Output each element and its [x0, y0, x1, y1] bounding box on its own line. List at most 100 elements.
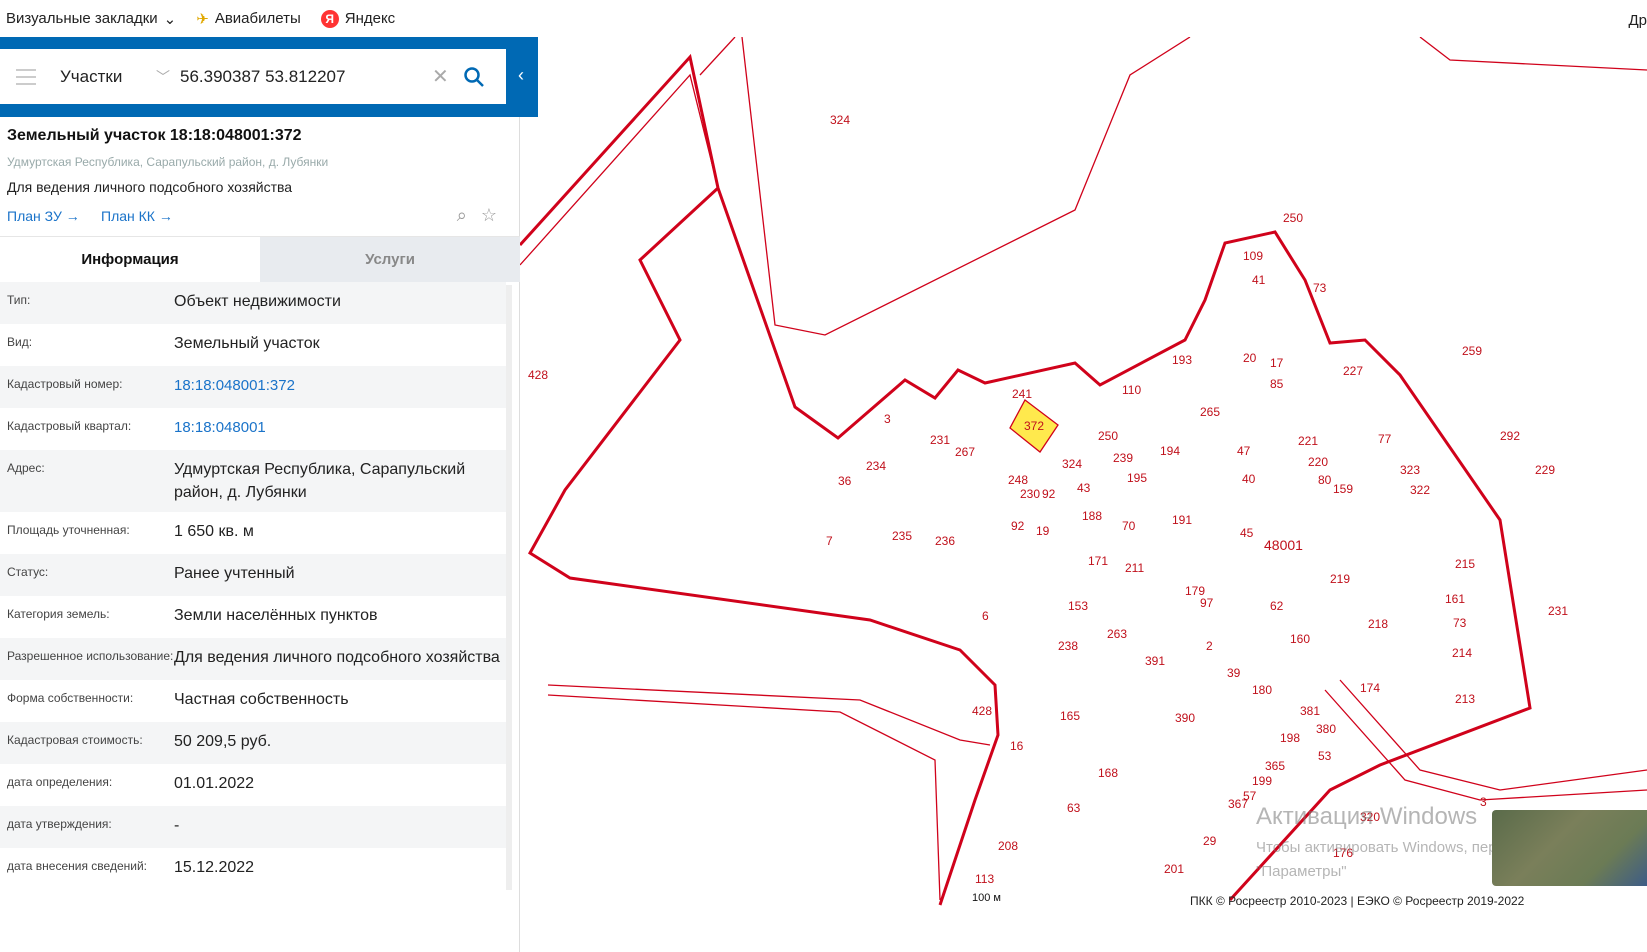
row-label: Форма собственности:: [7, 691, 134, 705]
boundary-line: [527, 186, 1000, 906]
info-row: Площадь уточненная: 1 650 кв. м: [0, 512, 506, 554]
info-panel: Земельный участок 18:18:048001:372 Удмур…: [0, 117, 520, 952]
row-value[interactable]: 18:18:048001:372: [174, 374, 506, 400]
row-label: Вид:: [7, 335, 33, 349]
parcel-label: 213: [1455, 692, 1475, 706]
row-label: Тип:: [7, 293, 31, 307]
info-row: Разрешенное использование: Для ведения ли…: [0, 638, 506, 680]
parcel-label: 165: [1060, 709, 1080, 723]
scrollbar[interactable]: [506, 285, 512, 890]
tab-info[interactable]: Информация: [0, 237, 260, 282]
parcel-label: 180: [1252, 683, 1272, 697]
parcel-label: 265: [1200, 405, 1220, 419]
cadastral-map[interactable]: 324 428 250 109 41 73 193 20 17 85 110 241 372 265 227…: [520, 37, 1647, 952]
bookmark-yandex[interactable]: Я Яндекс: [320, 9, 395, 28]
parcel-label: 92: [1042, 487, 1056, 501]
row-value[interactable]: 18:18:048001: [174, 416, 506, 442]
parcel-label: 324: [1062, 457, 1082, 471]
info-row: дата утверждения: -: [0, 806, 506, 848]
parcel-label: 3: [1480, 795, 1487, 809]
parcel-label: 231: [930, 433, 950, 447]
row-label: Кадастровый квартал:: [7, 419, 132, 433]
parcel-label: 194: [1160, 444, 1180, 458]
parcel-label: 324: [830, 113, 850, 127]
info-row: Статус: Ранее учтенный: [0, 554, 506, 596]
parcel-label: 322: [1410, 483, 1430, 497]
bookmark-avia[interactable]: ✈ Авиабилеты: [196, 10, 301, 28]
row-value: 01.01.2022: [174, 775, 255, 792]
search-icon[interactable]: [463, 66, 485, 88]
parcel-label: 39: [1227, 666, 1241, 680]
info-row: Категория земель: Земли населённых пункто…: [0, 596, 506, 638]
parcel-label: 16: [1010, 739, 1024, 753]
info-row: Кадастровый квартал: 18:18:048001: [0, 408, 506, 450]
parcel-label: 43: [1077, 481, 1091, 495]
parcel-label: 195: [1127, 471, 1147, 485]
parcel-label: 380: [1316, 722, 1336, 736]
parcel-label: 229: [1535, 463, 1555, 477]
parcel-label: 29: [1203, 834, 1217, 848]
clear-icon[interactable]: ✕: [432, 64, 449, 89]
row-label: Разрешенное использование:: [7, 649, 174, 663]
parcel-label: 97: [1200, 596, 1214, 610]
bookmark-overflow[interactable]: Др: [1628, 12, 1647, 29]
row-label: Кадастровый номер:: [7, 377, 123, 391]
plan-zu-link[interactable]: План ЗУ →: [7, 208, 80, 224]
parcel-label: 47: [1237, 444, 1251, 458]
parcel-label: 62: [1270, 599, 1284, 613]
parcel-label: 199: [1252, 774, 1272, 788]
parcel-label: 214: [1452, 646, 1472, 660]
parcel-label: 219: [1330, 572, 1350, 586]
parcel-label: 80: [1318, 473, 1332, 487]
search-document-icon[interactable]: ⌕: [457, 205, 467, 226]
bookmarks-bar: Визуальные закладки ⌄ ✈ Авиабилеты Я Яндекс…: [0, 0, 1647, 37]
parcel-label: 250: [1098, 429, 1118, 443]
parcel-label: 19: [1036, 524, 1050, 538]
parcel-label: 36: [838, 474, 852, 488]
row-value: Земельный участок: [174, 335, 320, 352]
row-value: Земли населённых пунктов: [174, 607, 378, 624]
parcel-label: 259: [1462, 344, 1482, 358]
parcel-label: 390: [1175, 711, 1195, 725]
parcel-label: 391: [1145, 654, 1165, 668]
parcel-label: 17: [1270, 356, 1284, 370]
tab-services[interactable]: Услуги: [260, 237, 520, 282]
parcel-label: 218: [1368, 617, 1388, 631]
map-canvas[interactable]: 3244282501094173193 20 1785110241372265227…: [520, 37, 1647, 952]
parcel-label: 40: [1242, 472, 1256, 486]
parcel-label: 211: [1125, 561, 1144, 575]
chevron-down-icon: ⌄: [163, 10, 177, 28]
row-value: Удмуртская Республика, Сарапульский райо…: [174, 461, 466, 501]
parcel-label: 70: [1122, 519, 1136, 533]
menu-icon[interactable]: [16, 68, 36, 85]
parcel-label: 109: [1243, 249, 1263, 263]
parcel-label: 234: [866, 459, 886, 473]
parcel-label: 92: [1011, 519, 1025, 533]
bookmark-visual[interactable]: Визуальные закладки ⌄: [6, 10, 176, 28]
row-value: Для ведения личного подсобного хозяйства: [174, 649, 500, 666]
satellite-layer-thumbnail[interactable]: [1492, 810, 1647, 886]
parcel-label: 171: [1088, 554, 1108, 568]
row-value: -: [174, 817, 180, 834]
yandex-icon: Я: [320, 9, 339, 28]
parcel-label: 41: [1252, 273, 1266, 287]
search-input[interactable]: [180, 66, 430, 87]
parcel-label: 110: [1122, 383, 1141, 397]
parcel-label: 53: [1318, 749, 1332, 763]
parcel-label: 367: [1228, 797, 1248, 811]
layer-select[interactable]: Участки: [60, 67, 156, 87]
object-address: Удмуртская Республика, Сарапульский райо…: [7, 155, 329, 169]
chevron-down-icon[interactable]: ﹀: [156, 67, 178, 87]
parcel-label: 292: [1500, 429, 1520, 443]
parcel-label: 239: [1113, 451, 1133, 465]
parcel-label: 6: [982, 609, 989, 623]
parcel-label: 168: [1098, 766, 1118, 780]
parcel-label: 85: [1270, 377, 1284, 391]
parcel-label: 365: [1265, 759, 1285, 773]
row-label: Адрес:: [7, 461, 45, 475]
row-label: Кадастровая стоимость:: [7, 733, 143, 747]
parcel-label: 238: [1058, 639, 1078, 653]
plane-icon: ✈: [196, 10, 209, 28]
plan-kk-link[interactable]: План КК →: [101, 208, 173, 224]
star-icon[interactable]: ☆: [481, 205, 497, 226]
